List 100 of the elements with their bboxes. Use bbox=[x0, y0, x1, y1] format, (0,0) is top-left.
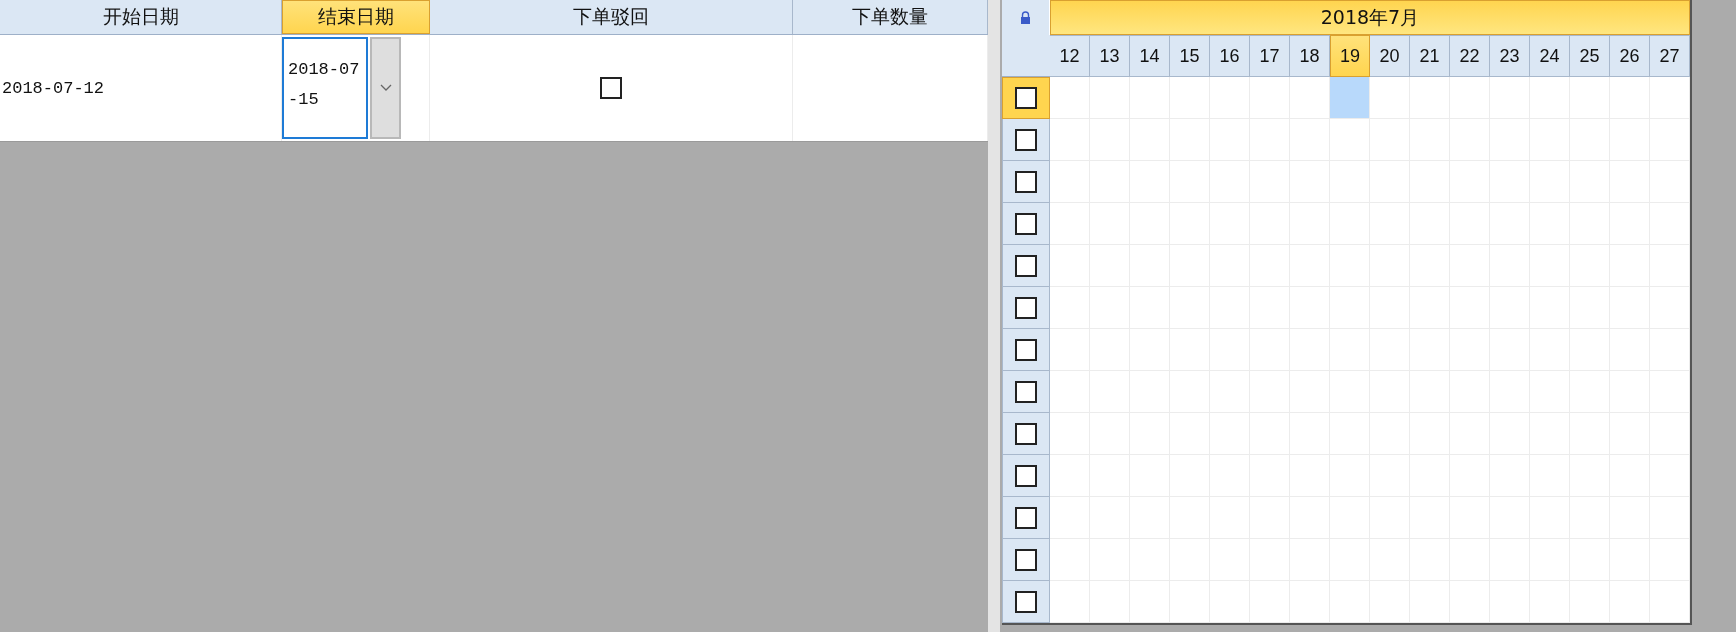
checkbox[interactable] bbox=[1015, 590, 1037, 613]
grid-cell[interactable] bbox=[1650, 371, 1690, 413]
grid-cell[interactable] bbox=[1130, 581, 1170, 623]
column-header[interactable]: 结束日期 bbox=[282, 0, 430, 34]
grid-cell[interactable] bbox=[1090, 77, 1130, 119]
grid-cell[interactable] bbox=[1610, 581, 1650, 623]
grid-cell[interactable] bbox=[1050, 539, 1090, 581]
day-header[interactable]: 17 bbox=[1250, 35, 1290, 77]
grid-cell[interactable] bbox=[1410, 77, 1450, 119]
grid-cell[interactable] bbox=[1050, 77, 1090, 119]
checkbox[interactable] bbox=[1015, 506, 1037, 529]
row-header[interactable] bbox=[1002, 245, 1050, 287]
checkbox[interactable] bbox=[1015, 548, 1037, 571]
day-header[interactable]: 19 bbox=[1330, 35, 1370, 77]
grid-cell[interactable] bbox=[1450, 581, 1490, 623]
grid-cell[interactable] bbox=[1250, 581, 1290, 623]
grid-cell[interactable] bbox=[1210, 581, 1250, 623]
day-header[interactable]: 12 bbox=[1050, 35, 1090, 77]
grid-cell[interactable] bbox=[1210, 77, 1250, 119]
row-header[interactable] bbox=[1002, 413, 1050, 455]
checkbox[interactable] bbox=[1015, 128, 1037, 151]
grid-cell[interactable] bbox=[1650, 497, 1690, 539]
day-header[interactable]: 13 bbox=[1090, 35, 1130, 77]
day-header[interactable]: 26 bbox=[1610, 35, 1650, 77]
grid-cell[interactable] bbox=[1650, 287, 1690, 329]
grid-cell[interactable] bbox=[1570, 581, 1610, 623]
grid-cell[interactable] bbox=[1570, 77, 1610, 119]
day-header[interactable]: 16 bbox=[1210, 35, 1250, 77]
day-header[interactable]: 24 bbox=[1530, 35, 1570, 77]
grid-cell[interactable] bbox=[1050, 413, 1090, 455]
grid-cell[interactable] bbox=[1650, 245, 1690, 287]
grid-cell[interactable] bbox=[1650, 203, 1690, 245]
checkbox[interactable] bbox=[1015, 212, 1037, 235]
grid-cell[interactable] bbox=[1050, 119, 1090, 161]
day-header[interactable]: 27 bbox=[1650, 35, 1690, 77]
row-header[interactable] bbox=[1002, 203, 1050, 245]
row-header[interactable] bbox=[1002, 497, 1050, 539]
grid-cell[interactable] bbox=[1170, 581, 1210, 623]
grid-cell[interactable] bbox=[1050, 161, 1090, 203]
grid-cell[interactable] bbox=[1050, 455, 1090, 497]
grid-cell[interactable] bbox=[1450, 77, 1490, 119]
grid-cell[interactable] bbox=[1610, 77, 1650, 119]
row-header[interactable] bbox=[1002, 119, 1050, 161]
day-header[interactable]: 18 bbox=[1290, 35, 1330, 77]
grid-cell[interactable] bbox=[1050, 245, 1090, 287]
day-header[interactable]: 15 bbox=[1170, 35, 1210, 77]
day-header[interactable]: 23 bbox=[1490, 35, 1530, 77]
grid-cell[interactable] bbox=[1650, 77, 1690, 119]
row-header[interactable] bbox=[1002, 455, 1050, 497]
checkbox[interactable] bbox=[1015, 254, 1037, 277]
grid-cell[interactable] bbox=[1370, 77, 1410, 119]
grid-cell[interactable] bbox=[1410, 581, 1450, 623]
checkbox[interactable] bbox=[1015, 380, 1037, 403]
day-header[interactable]: 25 bbox=[1570, 35, 1610, 77]
grid-cell[interactable] bbox=[1370, 581, 1410, 623]
grid-cell[interactable] bbox=[1650, 329, 1690, 371]
row-header[interactable] bbox=[1002, 371, 1050, 413]
grid-cell[interactable] bbox=[1130, 77, 1170, 119]
grid-cell[interactable] bbox=[1650, 539, 1690, 581]
grid-cell[interactable] bbox=[1330, 119, 1370, 161]
grid-cell[interactable] bbox=[1290, 119, 1330, 161]
column-header[interactable]: 下单驳回 bbox=[430, 0, 793, 34]
day-header[interactable]: 22 bbox=[1450, 35, 1490, 77]
dropdown-button[interactable] bbox=[370, 37, 401, 139]
grid-cell[interactable] bbox=[1650, 119, 1690, 161]
grid-cell[interactable] bbox=[1650, 413, 1690, 455]
checkbox[interactable] bbox=[1015, 87, 1037, 109]
checkbox[interactable] bbox=[1015, 170, 1037, 193]
grid-cell[interactable] bbox=[1050, 581, 1090, 623]
grid-cell[interactable] bbox=[1050, 287, 1090, 329]
checkbox[interactable] bbox=[1015, 296, 1037, 319]
row-header[interactable] bbox=[1002, 287, 1050, 329]
grid-cell[interactable] bbox=[1370, 119, 1410, 161]
grid-cell[interactable] bbox=[1050, 371, 1090, 413]
grid-cell[interactable] bbox=[1050, 203, 1090, 245]
row-header[interactable] bbox=[1002, 539, 1050, 581]
grid-cell[interactable] bbox=[1330, 581, 1370, 623]
row-header[interactable] bbox=[1002, 329, 1050, 371]
date-field[interactable]: 2018-07-15 bbox=[282, 37, 368, 139]
day-header[interactable]: 21 bbox=[1410, 35, 1450, 77]
day-header[interactable]: 20 bbox=[1370, 35, 1410, 77]
grid-cell[interactable] bbox=[1530, 581, 1570, 623]
row-header[interactable] bbox=[1002, 581, 1050, 623]
checkbox[interactable] bbox=[1015, 422, 1037, 445]
grid-cell[interactable] bbox=[1090, 581, 1130, 623]
grid-cell[interactable] bbox=[1650, 161, 1690, 203]
checkbox[interactable] bbox=[1015, 338, 1037, 361]
lock-icon[interactable] bbox=[1020, 11, 1031, 24]
grid-cell[interactable] bbox=[1250, 77, 1290, 119]
grid-cell[interactable] bbox=[1530, 77, 1570, 119]
checkbox[interactable] bbox=[1015, 464, 1037, 487]
row-header[interactable] bbox=[1002, 77, 1050, 119]
grid-cell[interactable] bbox=[1650, 455, 1690, 497]
row-header[interactable] bbox=[1002, 161, 1050, 203]
grid-cell[interactable] bbox=[1170, 77, 1210, 119]
grid-cell[interactable] bbox=[1050, 497, 1090, 539]
grid-cell[interactable] bbox=[1290, 581, 1330, 623]
grid-cell[interactable] bbox=[1050, 329, 1090, 371]
day-header[interactable]: 14 bbox=[1130, 35, 1170, 77]
grid-cell[interactable] bbox=[1490, 77, 1530, 119]
